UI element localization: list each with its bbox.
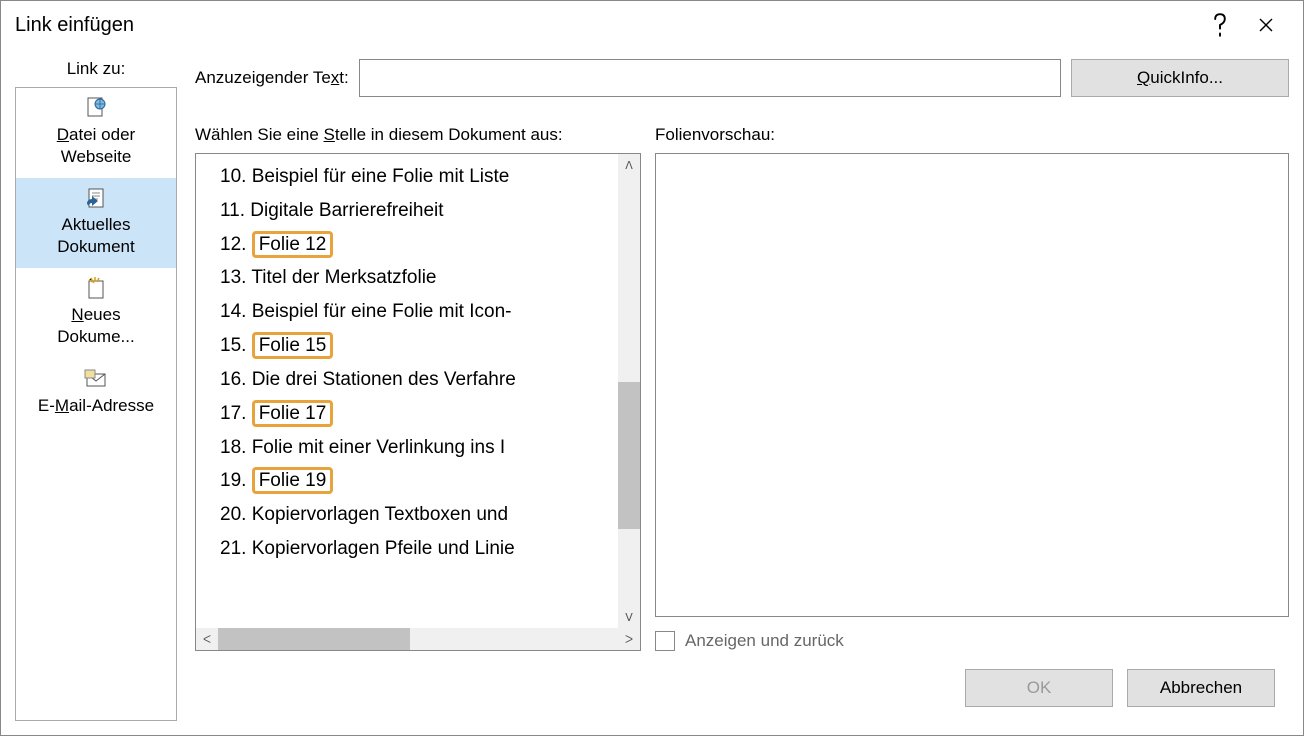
link-to-label: Link zu: bbox=[67, 59, 126, 79]
scroll-left-arrow[interactable]: ᐸ bbox=[196, 628, 218, 650]
dialog-footer: OK Abbrechen bbox=[195, 669, 1289, 721]
hscroll-track[interactable] bbox=[218, 628, 618, 650]
display-text-row: Anzuzeigender Text: QuickInfo... bbox=[195, 59, 1289, 97]
help-icon bbox=[1211, 13, 1229, 37]
scroll-right-arrow[interactable]: ᐳ bbox=[618, 628, 640, 650]
show-and-return-checkbox[interactable] bbox=[655, 631, 675, 651]
preview-label: Folienvorschau: bbox=[655, 125, 1289, 145]
select-column: Wählen Sie eine Stelle in diesem Dokumen… bbox=[195, 125, 641, 651]
tree-item[interactable]: 10. Beispiel für eine Folie mit Liste bbox=[214, 160, 618, 194]
hscroll-thumb[interactable] bbox=[218, 628, 410, 650]
tree-item[interactable]: 15. Folie 15 bbox=[214, 329, 618, 363]
linkto-current-doc[interactable]: Aktuelles Dokument bbox=[16, 178, 176, 268]
right-column: Anzuzeigender Text: QuickInfo... Wählen … bbox=[177, 59, 1289, 721]
linkto-email[interactable]: E-Mail-Adresse bbox=[16, 359, 176, 427]
cancel-button[interactable]: Abbrechen bbox=[1127, 669, 1275, 707]
vertical-scrollbar[interactable]: ᐱ ᐯ bbox=[618, 154, 640, 628]
link-to-column: Link zu: Datei oder Webseite Aktuelles D… bbox=[15, 59, 177, 721]
tree-item[interactable]: 17. Folie 17 bbox=[214, 397, 618, 431]
tree-item[interactable]: 20. Kopiervorlagen Textboxen und bbox=[214, 498, 618, 532]
linkto-new-doc[interactable]: Neues Dokume... bbox=[16, 268, 176, 358]
file-web-icon bbox=[84, 96, 108, 120]
mail-icon bbox=[84, 367, 108, 391]
horizontal-scrollbar[interactable]: ᐸ ᐳ bbox=[196, 628, 640, 650]
link-to-panel: Datei oder Webseite Aktuelles Dokument N… bbox=[15, 87, 177, 721]
checkbox-row: Anzeigen und zurück bbox=[655, 631, 1289, 651]
ok-button[interactable]: OK bbox=[965, 669, 1113, 707]
dialog-content: Link zu: Datei oder Webseite Aktuelles D… bbox=[1, 49, 1303, 735]
dialog-title: Link einfügen bbox=[15, 14, 1197, 37]
tree-item[interactable]: 21. Kopiervorlagen Pfeile und Linie bbox=[214, 532, 618, 566]
new-doc-icon bbox=[84, 276, 108, 300]
tree-container: 10. Beispiel für eine Folie mit Liste11.… bbox=[195, 153, 641, 651]
tree-item[interactable]: 19. Folie 19 bbox=[214, 464, 618, 498]
slide-preview-box bbox=[655, 153, 1289, 617]
tree-item[interactable]: 14. Beispiel für eine Folie mit Icon- bbox=[214, 295, 618, 329]
tree-item[interactable]: 11. Digitale Barrierefreiheit bbox=[214, 194, 618, 228]
close-icon bbox=[1258, 17, 1274, 33]
linkto-file-web[interactable]: Datei oder Webseite bbox=[16, 88, 176, 178]
help-button[interactable] bbox=[1197, 2, 1243, 48]
display-text-label: Anzuzeigender Text: bbox=[195, 68, 349, 88]
tree-item[interactable]: 12. Folie 12 bbox=[214, 228, 618, 262]
mid-row: Wählen Sie eine Stelle in diesem Dokumen… bbox=[195, 125, 1289, 651]
tree-scroll-area: 10. Beispiel für eine Folie mit Liste11.… bbox=[196, 154, 640, 628]
scroll-up-arrow[interactable]: ᐱ bbox=[618, 154, 640, 176]
scroll-down-arrow[interactable]: ᐯ bbox=[618, 606, 640, 628]
tree-item[interactable]: 16. Die drei Stationen des Verfahre bbox=[214, 363, 618, 397]
checkbox-label: Anzeigen und zurück bbox=[685, 631, 844, 651]
insert-link-dialog: Link einfügen Link zu: Datei oder Websei… bbox=[0, 0, 1304, 736]
display-text-input[interactable] bbox=[359, 59, 1061, 97]
current-doc-icon bbox=[84, 186, 108, 210]
preview-column: Folienvorschau: Anzeigen und zurück bbox=[655, 125, 1289, 651]
vscroll-thumb[interactable] bbox=[618, 382, 640, 528]
tree-item[interactable]: 13. Titel der Merksatzfolie bbox=[214, 261, 618, 295]
tree-list: 10. Beispiel für eine Folie mit Liste11.… bbox=[196, 154, 618, 572]
vscroll-track[interactable] bbox=[618, 176, 640, 606]
select-label: Wählen Sie eine Stelle in diesem Dokumen… bbox=[195, 125, 641, 145]
quickinfo-button[interactable]: QuickInfo... bbox=[1071, 59, 1289, 97]
close-button[interactable] bbox=[1243, 2, 1289, 48]
tree-item[interactable]: 18. Folie mit einer Verlinkung ins I bbox=[214, 431, 618, 465]
titlebar: Link einfügen bbox=[1, 1, 1303, 49]
